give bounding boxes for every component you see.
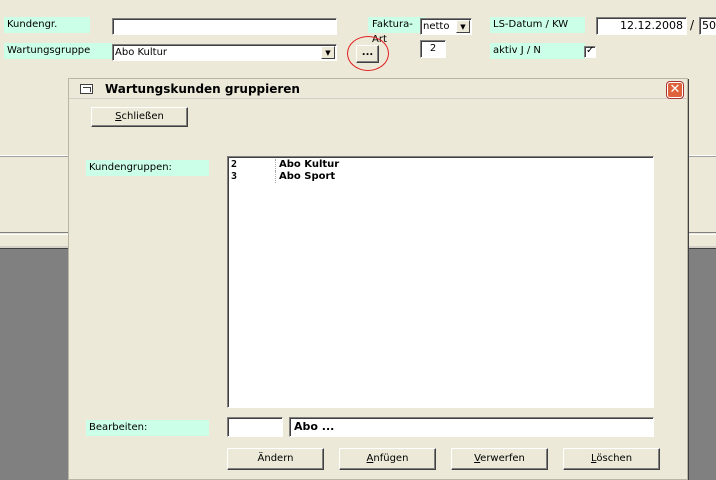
column-separator <box>275 159 276 171</box>
list-item[interactable]: 3 Abo Sport <box>228 171 653 183</box>
edit-id-input[interactable] <box>227 417 283 437</box>
close-icon[interactable]: ✕ <box>667 82 683 98</box>
bearbeiten-label: Bearbeiten: <box>86 420 209 436</box>
dialog-title: Wartungskunden gruppieren <box>105 82 300 96</box>
close-dialog-button[interactable]: Schließen <box>91 107 188 127</box>
browse-button[interactable]: ... <box>356 45 379 63</box>
kw-input[interactable]: 50 <box>699 17 716 35</box>
chevron-down-icon[interactable]: ▼ <box>456 20 470 33</box>
check-icon: ✓ <box>586 45 595 56</box>
aendern-button[interactable]: Ändern <box>227 448 324 470</box>
wartungsgruppe-select-value: Abo Kultur <box>115 47 168 58</box>
window-icon <box>80 84 93 94</box>
kundengr-label: Kundengr. <box>4 17 90 33</box>
kundengruppen-label: Kundengruppen: <box>86 160 209 176</box>
kundengruppen-list[interactable]: 2 Abo Kultur 3 Abo Sport <box>227 156 654 408</box>
faktura-select-value: netto <box>423 21 450 32</box>
kw-separator: / <box>690 18 695 32</box>
faktura-select[interactable]: netto ▼ <box>420 18 472 35</box>
chevron-down-icon[interactable]: ▼ <box>321 46 335 59</box>
wartungsgruppe-label: Wartungsgruppe <box>4 43 112 59</box>
column-separator <box>275 171 276 183</box>
kundengr-input[interactable] <box>112 18 337 35</box>
verwerfen-button[interactable]: Verwerfen <box>451 448 548 470</box>
dialog-window: Wartungskunden gruppieren ✕ Schließen Ku… <box>68 78 688 480</box>
ls-datum-input[interactable]: 12.12.2008 <box>596 17 687 35</box>
list-item-id: 2 <box>231 159 238 170</box>
faktura-number-input[interactable]: 2 <box>420 40 446 58</box>
edit-name-input[interactable]: Abo ... <box>289 417 654 437</box>
dialog-titlebar[interactable]: Wartungskunden gruppieren ✕ <box>69 79 687 99</box>
list-item[interactable]: 2 Abo Kultur <box>228 159 653 171</box>
aktiv-label: aktiv J / N <box>490 43 585 59</box>
list-item-name: Abo Sport <box>279 171 336 182</box>
anfuegen-button[interactable]: Anfügen <box>339 448 436 470</box>
ls-datum-label: LS-Datum / KW <box>490 17 585 33</box>
aktiv-checkbox[interactable]: ✓ <box>584 45 596 58</box>
loeschen-button[interactable]: Löschen <box>563 448 660 470</box>
list-item-id: 3 <box>231 171 238 182</box>
faktura-label: Faktura-Art <box>368 17 426 45</box>
list-item-name: Abo Kultur <box>279 159 340 170</box>
wartungsgruppe-select[interactable]: Abo Kultur ▼ <box>112 44 337 61</box>
